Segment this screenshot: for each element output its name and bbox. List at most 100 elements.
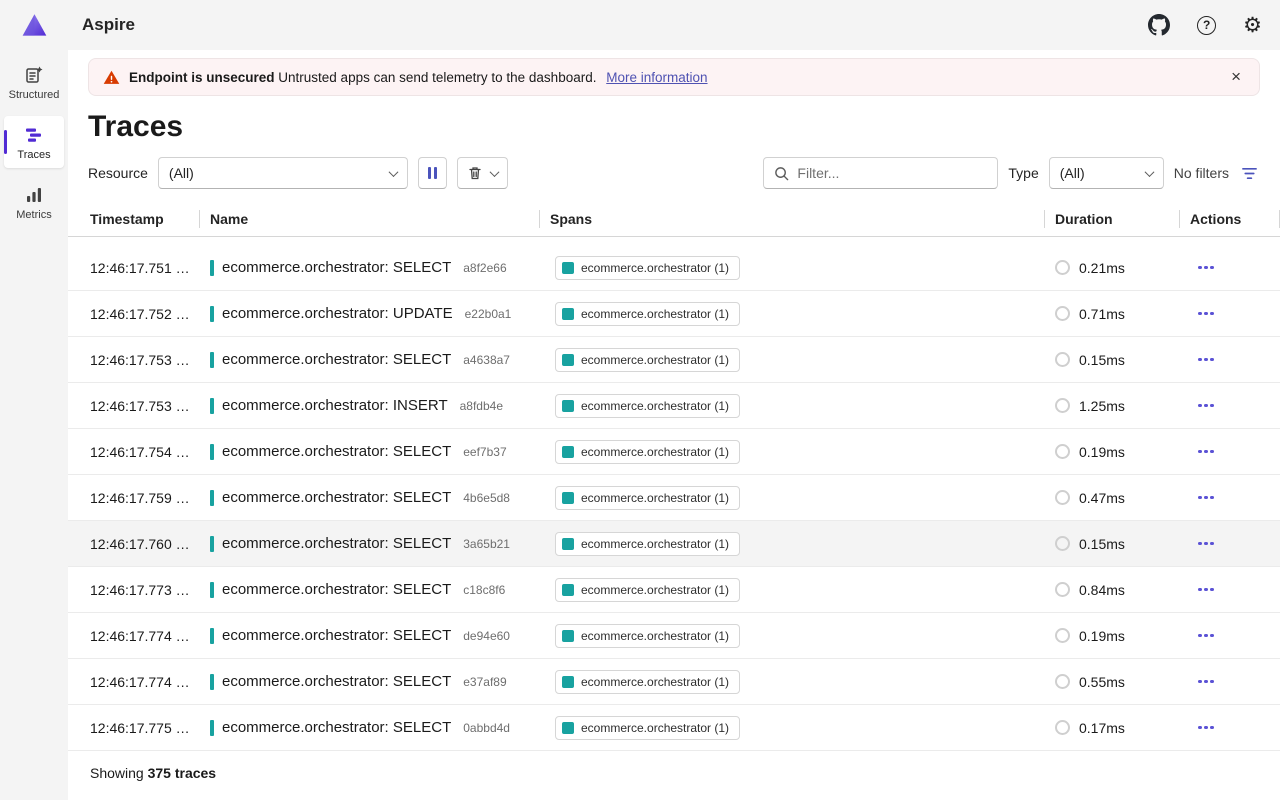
span-badge[interactable]: ecommerce.orchestrator (1) (555, 716, 740, 740)
pause-telemetry-button[interactable] (418, 157, 447, 189)
table-row[interactable]: 12:46:17.754 … ecommerce.orchestrator: S… (68, 429, 1280, 475)
duration-value: 0.19ms (1079, 444, 1125, 460)
trace-name-cell: ecommerce.orchestrator: SELECT e37af89 (200, 673, 540, 690)
close-icon[interactable]: × (1227, 67, 1245, 87)
row-actions-button[interactable] (1190, 628, 1222, 644)
row-actions-button[interactable] (1190, 582, 1222, 598)
trace-color-bar (210, 260, 214, 276)
duration-ring-icon (1055, 306, 1070, 321)
app-header: Aspire ? ⚙ (0, 0, 1280, 50)
trace-name: ecommerce.orchestrator: SELECT (222, 581, 451, 598)
table-row[interactable]: 12:46:17.773 … ecommerce.orchestrator: S… (68, 567, 1280, 613)
trace-id: de94e60 (463, 629, 510, 643)
trace-duration-cell: 0.15ms (1045, 536, 1180, 552)
trace-actions-cell (1180, 260, 1280, 276)
trace-timestamp: 12:46:17.754 … (68, 444, 200, 460)
trace-color-bar (210, 352, 214, 368)
traces-count-footer: Showing 375 traces (68, 751, 1280, 795)
trace-spans-cell: ecommerce.orchestrator (1) (540, 716, 1045, 740)
span-badge[interactable]: ecommerce.orchestrator (1) (555, 394, 740, 418)
trace-name-cell: ecommerce.orchestrator: SELECT c18c8f6 (200, 581, 540, 598)
sidebar-item-metrics[interactable]: Metrics (4, 176, 64, 228)
row-actions-button[interactable] (1190, 352, 1222, 368)
table-row[interactable]: 12:46:17.775 … ecommerce.orchestrator: S… (68, 705, 1280, 751)
span-badge-label: ecommerce.orchestrator (1) (581, 629, 729, 643)
remove-traces-button[interactable] (457, 157, 508, 189)
row-actions-button[interactable] (1190, 260, 1222, 276)
column-header-name: Name (200, 202, 540, 236)
span-badge[interactable]: ecommerce.orchestrator (1) (555, 302, 740, 326)
trace-timestamp: 12:46:17.753 … (68, 398, 200, 414)
span-color-swatch (562, 722, 574, 734)
span-badge-label: ecommerce.orchestrator (1) (581, 491, 729, 505)
trace-timestamp: 12:46:17.775 … (68, 720, 200, 736)
row-actions-button[interactable] (1190, 536, 1222, 552)
table-row[interactable]: 12:46:17.753 … ecommerce.orchestrator: S… (68, 337, 1280, 383)
column-header-timestamp: Timestamp (68, 202, 200, 236)
span-badge[interactable]: ecommerce.orchestrator (1) (555, 486, 740, 510)
trace-name-cell: ecommerce.orchestrator: SELECT a4638a7 (200, 351, 540, 368)
span-badge[interactable]: ecommerce.orchestrator (1) (555, 532, 740, 556)
table-row[interactable]: 12:46:17.753 … ecommerce.orchestrator: I… (68, 383, 1280, 429)
span-badge-label: ecommerce.orchestrator (1) (581, 445, 729, 459)
span-badge[interactable]: ecommerce.orchestrator (1) (555, 578, 740, 602)
traces-icon (24, 125, 44, 145)
table-row[interactable]: 12:46:17.752 … ecommerce.orchestrator: U… (68, 291, 1280, 337)
trace-spans-cell: ecommerce.orchestrator (1) (540, 578, 1045, 602)
pause-icon (428, 167, 437, 179)
table-row[interactable]: 12:46:17.751 … ecommerce.orchestrator: S… (68, 245, 1280, 291)
resource-select[interactable]: (All) (158, 157, 408, 189)
trace-color-bar (210, 306, 214, 322)
trace-actions-cell (1180, 490, 1280, 506)
span-badge[interactable]: ecommerce.orchestrator (1) (555, 348, 740, 372)
trace-id: a4638a7 (463, 353, 510, 367)
span-badge[interactable]: ecommerce.orchestrator (1) (555, 670, 740, 694)
span-badge-label: ecommerce.orchestrator (1) (581, 261, 729, 275)
filter-input[interactable] (797, 165, 987, 181)
span-badge[interactable]: ecommerce.orchestrator (1) (555, 624, 740, 648)
footer-prefix: Showing (90, 765, 148, 781)
table-row[interactable]: 12:46:17.759 … ecommerce.orchestrator: S… (68, 475, 1280, 521)
trace-timestamp: 12:46:17.760 … (68, 536, 200, 552)
more-information-link[interactable]: More information (606, 70, 707, 85)
type-select[interactable]: (All) (1049, 157, 1164, 189)
row-actions-button[interactable] (1190, 398, 1222, 414)
trace-color-bar (210, 628, 214, 644)
duration-value: 1.25ms (1079, 398, 1125, 414)
table-row[interactable]: 12:46:17.774 … ecommerce.orchestrator: S… (68, 613, 1280, 659)
sidebar-item-structured[interactable]: Structured (4, 56, 64, 108)
banner-message-text: Untrusted apps can send telemetry to the… (278, 70, 596, 85)
row-actions-button[interactable] (1190, 444, 1222, 460)
trace-name: ecommerce.orchestrator: SELECT (222, 259, 451, 276)
row-actions-button[interactable] (1190, 306, 1222, 322)
span-badge-label: ecommerce.orchestrator (1) (581, 399, 729, 413)
column-header-duration: Duration (1045, 202, 1180, 236)
trace-spans-cell: ecommerce.orchestrator (1) (540, 532, 1045, 556)
table-row[interactable]: 12:46:17.774 … ecommerce.orchestrator: S… (68, 659, 1280, 705)
span-color-swatch (562, 630, 574, 642)
help-icon[interactable]: ? (1197, 12, 1216, 38)
trace-name: ecommerce.orchestrator: SELECT (222, 719, 451, 736)
trace-actions-cell (1180, 352, 1280, 368)
row-actions-button[interactable] (1190, 674, 1222, 690)
filter-funnel-icon[interactable] (1239, 164, 1260, 183)
span-color-swatch (562, 446, 574, 458)
span-badge[interactable]: ecommerce.orchestrator (1) (555, 440, 740, 464)
span-badge[interactable]: ecommerce.orchestrator (1) (555, 256, 740, 280)
trace-spans-cell: ecommerce.orchestrator (1) (540, 486, 1045, 510)
trace-id: e22b0a1 (465, 307, 512, 321)
sidebar-item-traces[interactable]: Traces (4, 116, 64, 168)
app-title: Aspire (82, 15, 135, 35)
table-row[interactable]: 12:46:17.760 … ecommerce.orchestrator: S… (68, 521, 1280, 567)
trace-duration-cell: 0.19ms (1045, 444, 1180, 460)
duration-value: 0.15ms (1079, 536, 1125, 552)
github-icon[interactable] (1148, 12, 1170, 38)
trace-name: ecommerce.orchestrator: SELECT (222, 673, 451, 690)
settings-icon[interactable]: ⚙ (1243, 12, 1262, 38)
sidebar-item-label: Traces (17, 149, 50, 161)
row-actions-button[interactable] (1190, 490, 1222, 506)
duration-ring-icon (1055, 674, 1070, 689)
row-actions-button[interactable] (1190, 720, 1222, 736)
main-content: Endpoint is unsecured Untrusted apps can… (68, 50, 1280, 800)
warning-icon (103, 69, 120, 86)
